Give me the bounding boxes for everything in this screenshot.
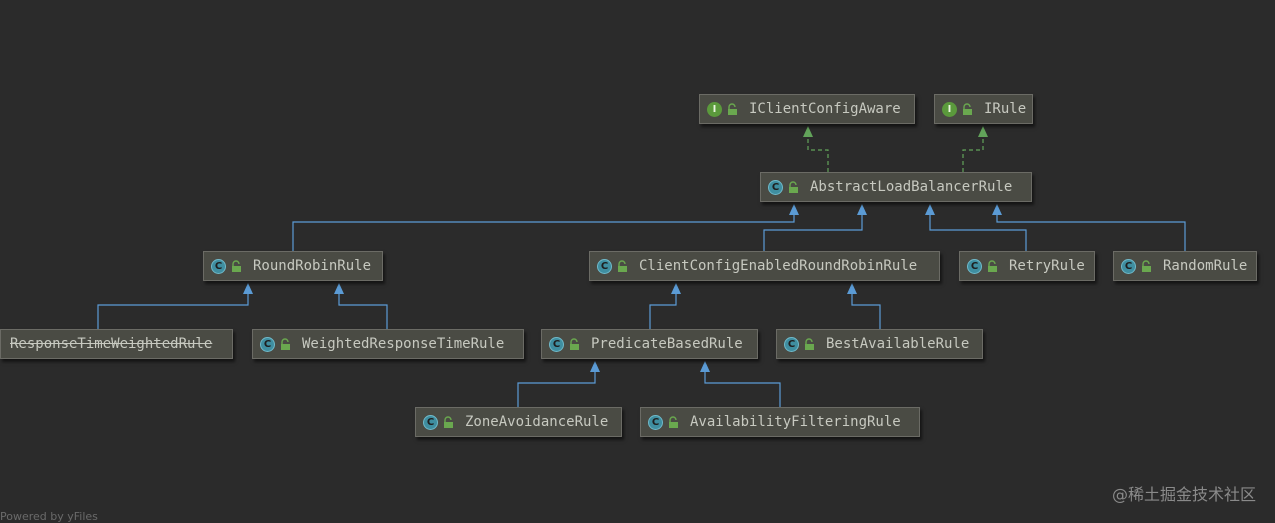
class-badge-icon: C [967, 258, 982, 274]
arrowhead-icon [700, 361, 710, 372]
node-retryrule[interactable]: C RetryRule [959, 251, 1095, 281]
node-label: ClientConfigEnabledRoundRobinRule [639, 258, 918, 274]
node-availabilityfilteringrule[interactable]: C AvailabilityFilteringRule [640, 407, 920, 437]
lock-icon [963, 102, 972, 115]
edge-AbstractLoadBalancerRule-to-IClientConfigAware [803, 126, 829, 172]
arrowhead-icon [334, 283, 344, 294]
node-clientconfigenabledroundrobinrule[interactable]: C ClientConfigEnabledRoundRobinRule [589, 251, 940, 281]
lock-icon [988, 259, 997, 272]
edge-ResponseTimeWeightedRule-to-RoundRobinRule [97, 283, 253, 329]
class-badge-icon: C [1121, 258, 1136, 274]
edge-WeightedResponseTimeRule-to-RoundRobinRule [334, 283, 388, 329]
arrowhead-icon [789, 204, 799, 215]
node-label: AbstractLoadBalancerRule [810, 179, 1013, 195]
node-roundrobinrule[interactable]: C RoundRobinRule [203, 251, 383, 281]
arrowhead-icon [847, 283, 857, 294]
arrowhead-icon [857, 204, 867, 215]
powered-by-footer: Powered by yFiles [0, 510, 98, 523]
node-label: IRule [984, 101, 1027, 117]
node-label: RoundRobinRule [253, 258, 372, 274]
lock-icon [281, 337, 290, 350]
class-badge-icon: C [423, 414, 438, 430]
arrowhead-icon [243, 283, 253, 294]
lock-icon [232, 259, 241, 272]
node-irule[interactable]: I IRule [934, 94, 1033, 124]
node-bestavailablerule[interactable]: C BestAvailableRule [776, 329, 983, 359]
edge-AvailabilityFilteringRule-to-PredicateBasedRule [700, 361, 781, 407]
class-badge-icon: C [260, 336, 275, 352]
edge-RoundRobinRule-to-AbstractLoadBalancerRule [292, 204, 799, 251]
node-label: IClientConfigAware [749, 101, 901, 117]
lock-icon [805, 337, 814, 350]
arrowhead-icon [590, 361, 600, 372]
lock-icon [570, 337, 579, 350]
edge-AbstractLoadBalancerRule-to-IRule [962, 126, 988, 172]
arrowhead-icon [978, 126, 988, 137]
class-badge-icon: C [597, 258, 612, 274]
node-zoneavoidancerule[interactable]: C ZoneAvoidanceRule [415, 407, 622, 437]
class-badge-icon: C [768, 179, 783, 195]
interface-badge-icon: I [707, 101, 722, 117]
lock-icon [728, 102, 737, 115]
node-label: ResponseTimeWeightedRule [10, 336, 213, 352]
node-label: WeightedResponseTimeRule [302, 336, 505, 352]
lock-icon [1142, 259, 1151, 272]
arrowhead-icon [671, 283, 681, 294]
node-abstractloadbalancerrule[interactable]: C AbstractLoadBalancerRule [760, 172, 1032, 202]
edge-ZoneAvoidanceRule-to-PredicateBasedRule [517, 361, 600, 407]
class-badge-icon: C [549, 336, 564, 352]
edge-RandomRule-to-AbstractLoadBalancerRule [992, 204, 1186, 251]
edge-PredicateBasedRule-to-ClientConfigEnabledRoundRobinRule [649, 283, 681, 329]
node-predicatebasedrule[interactable]: C PredicateBasedRule [541, 329, 758, 359]
interface-badge-icon: I [942, 101, 957, 117]
lock-icon [789, 180, 798, 193]
node-label: PredicateBasedRule [591, 336, 743, 352]
node-randomrule[interactable]: C RandomRule [1113, 251, 1257, 281]
arrowhead-icon [992, 204, 1002, 215]
node-iclientconfigaware[interactable]: I IClientConfigAware [699, 94, 915, 124]
lock-icon [669, 415, 678, 428]
node-label: BestAvailableRule [826, 336, 970, 352]
lock-icon [444, 415, 453, 428]
node-responsetimeweightedrule[interactable]: ResponseTimeWeightedRule [0, 329, 233, 359]
node-weightedresponsetimerule[interactable]: C WeightedResponseTimeRule [252, 329, 524, 359]
lock-icon [618, 259, 627, 272]
arrowhead-icon [925, 204, 935, 215]
arrowhead-icon [803, 126, 813, 137]
edge-BestAvailableRule-to-ClientConfigEnabledRoundRobinRule [847, 283, 881, 329]
watermark: @稀土掘金技术社区 [1111, 485, 1256, 504]
node-label: ZoneAvoidanceRule [465, 414, 609, 430]
class-badge-icon: C [784, 336, 799, 352]
edge-ClientConfigEnabledRoundRobinRule-to-AbstractLoadBalancerRule [763, 204, 867, 251]
edge-RetryRule-to-AbstractLoadBalancerRule [925, 204, 1027, 251]
node-label: AvailabilityFilteringRule [690, 414, 901, 430]
class-badge-icon: C [211, 258, 226, 274]
node-label: RetryRule [1009, 258, 1085, 274]
class-badge-icon: C [648, 414, 663, 430]
node-label: RandomRule [1163, 258, 1248, 274]
